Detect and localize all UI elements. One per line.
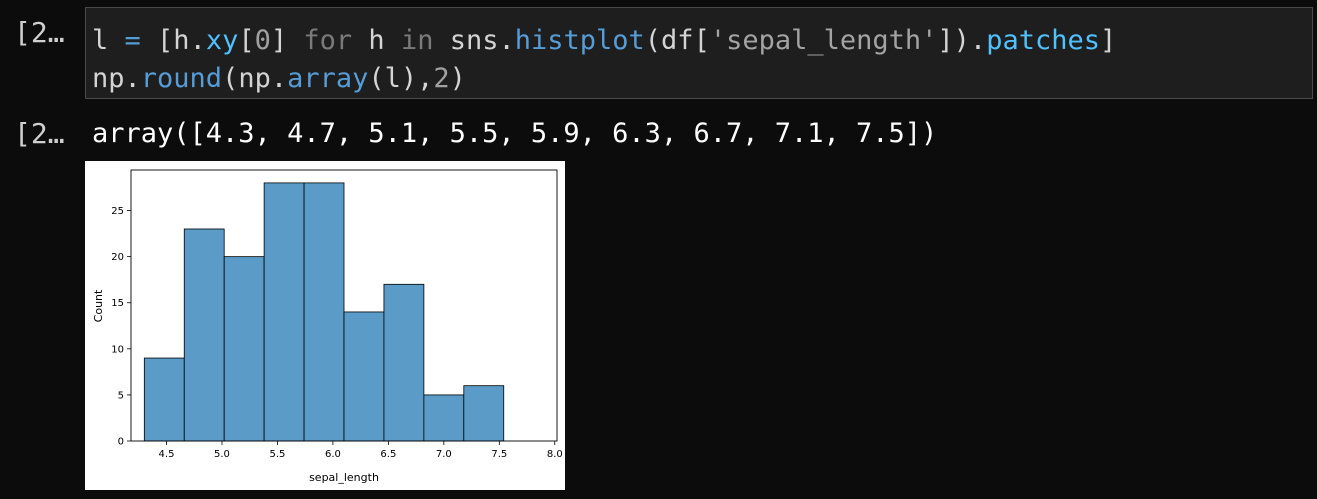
x-tick-label: 8.0 [547,449,563,460]
code-token: (l), [368,63,434,94]
x-tick-label: 5.5 [269,449,285,460]
x-tick-label: 7.0 [436,449,452,460]
x-tick-label: 6.0 [325,449,341,460]
histogram-bar [463,385,505,442]
code-token: l [92,25,109,56]
code-token: ] [1099,25,1117,56]
code-token: [h. [140,25,206,56]
code-token: [ [238,25,255,56]
input-prompt: [2… [14,16,65,49]
output-text: array([4.3, 4.7, 5.1, 5.5, 5.9, 6.3, 6.7… [92,118,938,149]
code-token: 2 [433,63,450,94]
code-token: ]). [937,25,987,56]
histogram-bar [143,357,185,442]
code-token: 0 [254,25,271,56]
x-tick-label: 4.5 [159,449,175,460]
y-axis-label: Count [92,289,105,322]
histogram-bar [383,283,425,442]
code-token: patches [986,25,1100,56]
y-tick-label: 25 [111,206,124,217]
code-token: = [124,25,141,56]
histogram-bar [183,228,225,442]
code-token: ) [449,63,466,94]
code-token: np. [92,63,141,94]
y-tick-label: 20 [111,252,124,263]
histogram-bar [343,311,385,442]
x-tick-label: 6.5 [380,449,396,460]
histogram-bar [223,256,265,442]
x-tick-label: 5.0 [214,449,230,460]
code-token: sns. [433,25,515,56]
histogram-svg: 4.5 5.0 5.5 6.0 6.5 7.0 7.5 8.0 0 5 10 15 20 25 sepa… [92,169,563,484]
code-token: in [400,25,434,56]
x-tick-label: 7.5 [491,449,507,460]
code-token: xy [205,25,239,56]
code-token: 'sepal_length' [709,25,938,56]
histogram-plot: 4.5 5.0 5.5 6.0 6.5 7.0 7.5 8.0 0 5 10 15 20 25 sepa… [85,161,565,490]
histogram-bar [423,394,465,442]
y-tick-label: 10 [111,344,124,355]
code-token: for [303,25,353,56]
code-line-2: np.round(np.array(l),2) [92,60,466,98]
code-token: h [352,25,401,56]
code-token: array [287,63,369,94]
code-token: ] [270,25,304,56]
code-token: (df[ [644,25,710,56]
output-prompt: [2… [14,117,65,150]
code-token: (np. [222,63,288,94]
y-tick-label: 0 [118,437,124,448]
histogram-bar [303,182,345,442]
histogram-bar [263,182,305,442]
y-tick-label: 5 [118,390,124,401]
y-tick-label: 15 [111,298,124,309]
x-axis-label: sepal_length [309,471,379,484]
code-line-1: l = [h.xy[0] for h in sns.histplot(df['s… [92,22,1116,60]
code-cell-input[interactable]: l = [h.xy[0] for h in sns.histplot(df['s… [85,7,1313,99]
code-token: histplot [514,25,645,56]
code-token: round [140,63,223,94]
